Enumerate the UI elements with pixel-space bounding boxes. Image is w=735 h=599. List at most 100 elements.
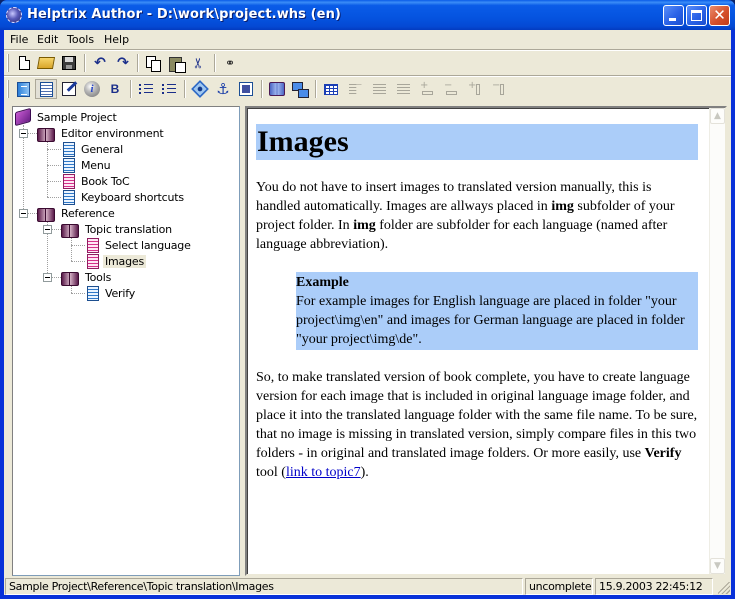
tree-connector (27, 213, 37, 214)
publish-button[interactable] (289, 79, 311, 99)
tree-connector (71, 237, 72, 261)
insert-anchor-button[interactable]: ⚓ (212, 79, 234, 99)
copy-button[interactable] (142, 53, 164, 73)
bold-text: img (551, 199, 574, 214)
tree-item-general[interactable]: General (63, 141, 125, 157)
format-toolbar: i B ⚓ + − + − (4, 77, 731, 101)
bold-button[interactable]: B (104, 79, 126, 99)
toolbar-separator (184, 80, 186, 98)
bullet-list-button[interactable] (135, 79, 157, 99)
example-title: Example (296, 275, 349, 290)
maximize-button[interactable] (686, 5, 707, 26)
collapse-toggle[interactable] (19, 129, 28, 138)
minimize-button[interactable] (663, 5, 684, 26)
menu-edit[interactable]: Edit (37, 33, 58, 46)
info-button[interactable]: i (81, 79, 103, 99)
tree-connector (47, 165, 61, 166)
topic-heading: Images (256, 124, 698, 160)
tree-item-root[interactable]: Sample Project (15, 107, 119, 127)
topic-link[interactable]: link to topic7 (286, 465, 361, 480)
insert-link-button[interactable] (189, 79, 211, 99)
undo-button[interactable]: ↶ (89, 53, 111, 73)
insert-image-button[interactable] (235, 79, 257, 99)
delete-row-button[interactable]: − (440, 79, 462, 99)
tree-connector (27, 133, 37, 134)
menu-tools[interactable]: Tools (67, 33, 94, 46)
toolbar-separator (137, 54, 139, 72)
align-right-button[interactable] (392, 79, 414, 99)
book-icon (37, 126, 55, 142)
collapse-toggle[interactable] (43, 273, 52, 282)
copy-icon (146, 56, 161, 72)
save-button[interactable] (58, 53, 80, 73)
insert-column-button[interactable]: + (464, 79, 486, 99)
open-button[interactable] (35, 53, 57, 73)
delete-column-icon: − (492, 81, 506, 96)
menu-help[interactable]: Help (104, 33, 129, 46)
topic-tree[interactable]: Sample Project Editor environment Genera… (12, 106, 240, 576)
book-icon (61, 222, 79, 238)
example-block: Example For example images for English l… (296, 272, 698, 350)
tree-item-menu[interactable]: Menu (63, 157, 112, 173)
vertical-scrollbar[interactable]: ▲ ▼ (709, 108, 725, 574)
cut-button[interactable]: ✂ (188, 53, 210, 73)
tree-item-label: Editor environment (61, 126, 164, 140)
tree-item-tools[interactable]: Tools (61, 269, 113, 286)
network-icon (292, 81, 309, 98)
numbered-list-icon (162, 83, 176, 95)
tree-item-label: Verify (105, 286, 136, 300)
collapse-toggle[interactable] (19, 209, 28, 218)
find-button[interactable]: ⚭ (219, 53, 241, 73)
resize-grip[interactable] (718, 582, 730, 594)
compile-book-button[interactable] (266, 79, 288, 99)
source-view-button[interactable] (35, 79, 57, 99)
paragraph: You do not have to insert images to tran… (256, 178, 698, 254)
tree-item-book-toc[interactable]: Book ToC (63, 173, 132, 189)
status-bar: Sample Project\Reference\Topic translati… (4, 577, 731, 595)
scroll-up-button[interactable]: ▲ (710, 108, 725, 124)
minimize-icon (669, 18, 676, 21)
tree-item-editor-environment[interactable]: Editor environment (37, 125, 166, 142)
info-icon: i (84, 81, 100, 97)
open-folder-icon (36, 57, 56, 69)
page-icon (63, 141, 75, 157)
menu-file[interactable]: File (10, 33, 28, 46)
tree-item-keyboard-shortcuts[interactable]: Keyboard shortcuts (63, 189, 186, 205)
numbered-list-button[interactable] (158, 79, 180, 99)
delete-column-button[interactable]: − (488, 79, 510, 99)
tree-item-topic-translation[interactable]: Topic translation (61, 221, 174, 238)
tree-item-reference[interactable]: Reference (37, 205, 117, 222)
app-icon[interactable] (6, 7, 22, 23)
edit-topic-button[interactable] (58, 79, 80, 99)
toolbar-grip[interactable] (7, 80, 9, 98)
close-button[interactable]: ✕ (709, 5, 730, 26)
cut-icon: ✂ (190, 57, 207, 69)
tree-connector (47, 149, 61, 150)
insert-table-button[interactable] (320, 79, 342, 99)
project-properties-button[interactable] (12, 79, 34, 99)
tree-connector (51, 229, 61, 230)
paste-button[interactable] (165, 53, 187, 73)
insert-row-button[interactable]: + (416, 79, 438, 99)
topic-document: Images You do not have to insert images … (256, 115, 698, 482)
undo-icon: ↶ (94, 55, 106, 71)
toolbar-grip[interactable] (7, 54, 9, 72)
align-left-button[interactable] (344, 79, 366, 99)
tree-item-label: General (81, 142, 123, 156)
tree-item-verify[interactable]: Verify (87, 285, 137, 301)
tree-item-label: Sample Project (37, 110, 117, 124)
text: tool ( (256, 465, 286, 480)
scroll-down-button[interactable]: ▼ (710, 558, 725, 574)
collapse-toggle[interactable] (43, 225, 52, 234)
redo-button[interactable]: ↷ (112, 53, 134, 73)
bullet-list-icon (139, 83, 153, 95)
align-center-button[interactable] (368, 79, 390, 99)
menu-bar: File Edit Tools Help (4, 30, 731, 49)
topic-preview[interactable]: Images You do not have to insert images … (245, 106, 727, 576)
toolbar-separator (130, 80, 132, 98)
title-bar[interactable]: Helptrix Author - D:\work\project.whs (e… (0, 0, 735, 30)
tree-item-select-language[interactable]: Select language (87, 237, 193, 253)
toolbar-separator (84, 54, 86, 72)
tree-item-images[interactable]: Images (87, 253, 146, 269)
new-button[interactable] (13, 53, 35, 73)
